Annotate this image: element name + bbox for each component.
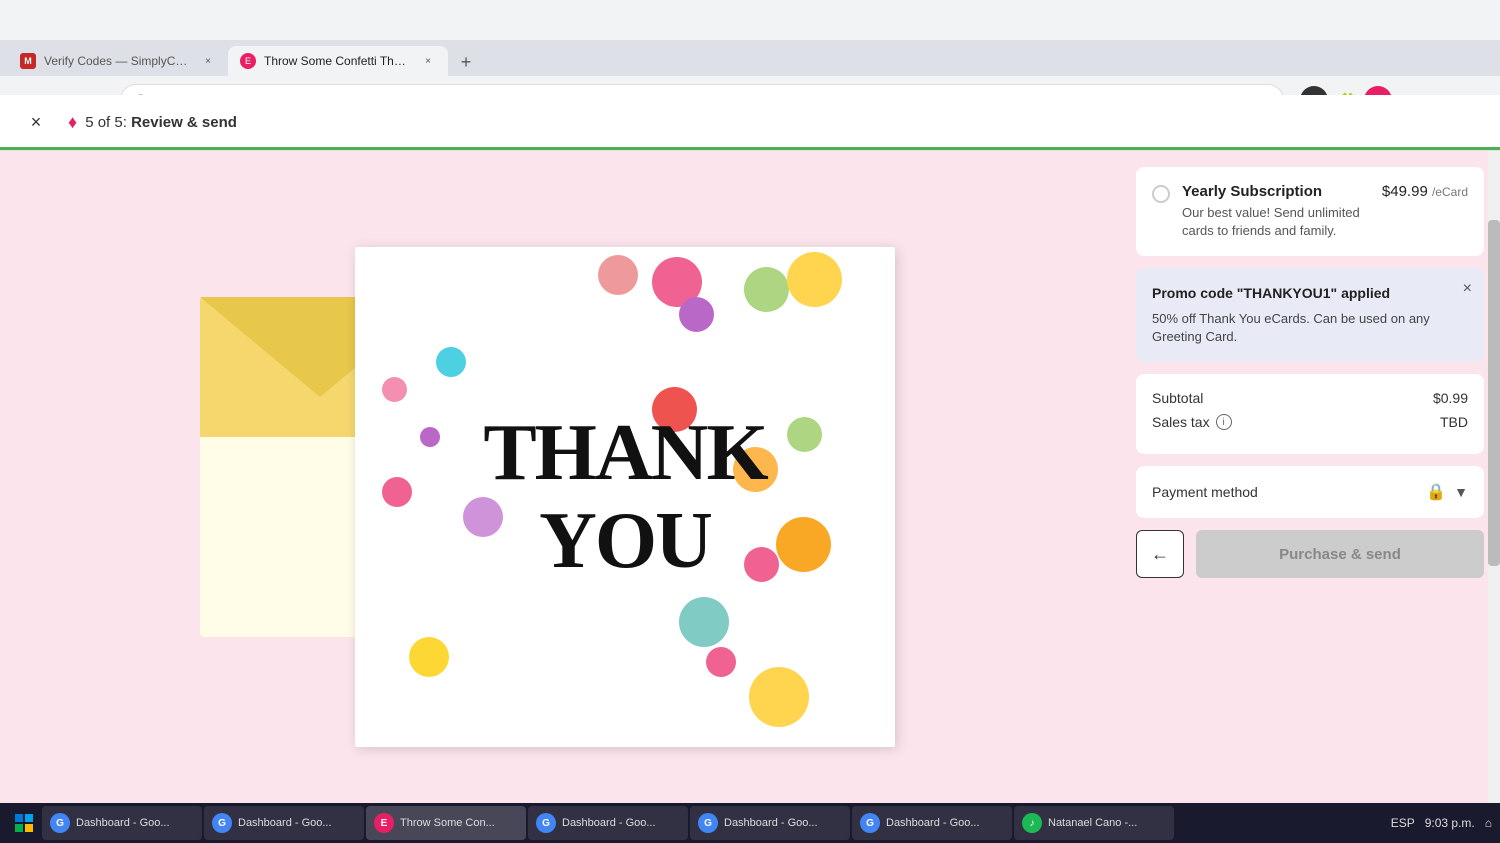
card-you-text: YOU [483,501,766,581]
app-close-button[interactable]: × [20,107,52,139]
card-text: THANK YOU [483,413,766,581]
start-button[interactable] [8,807,40,839]
subscription-price: $49.99 /eCard [1382,183,1468,200]
tab-favicon-1: M [20,53,36,69]
card-thank-text: THANK [483,413,766,493]
payment-chevron-icon: ▼ [1454,484,1468,500]
tax-info-icon[interactable]: i [1216,414,1232,430]
tab-close-1[interactable]: × [200,53,216,69]
subtotal-label: Subtotal [1152,390,1203,406]
step-text: 5 of 5: Review & send [85,114,237,131]
taskbar-item-6[interactable]: G Dashboard - Goo... [852,806,1012,840]
taskbar-item-5[interactable]: G Dashboard - Goo... [690,806,850,840]
scrollbar-thumb[interactable] [1488,220,1500,566]
progress-bar [0,147,1500,150]
taskbar-item-2[interactable]: G Dashboard - Goo... [204,806,364,840]
tax-value: TBD [1440,414,1468,430]
promo-description: 50% off Thank You eCards. Can be used on… [1152,310,1468,346]
sidebar: Yearly Subscription Our best value! Send… [1120,151,1500,843]
card-container: THANK YOU [200,237,920,757]
greeting-card: THANK YOU [355,247,895,747]
taskbar-time: 9:03 p.m. [1425,816,1475,830]
subscription-card: Yearly Subscription Our best value! Send… [1136,167,1484,256]
purchase-send-button[interactable]: Purchase & send [1196,530,1484,578]
taskbar-lang: ESP [1391,816,1415,830]
payment-method-card[interactable]: Payment method 🔒 ▼ [1136,466,1484,518]
taskbar-right: ESP 9:03 p.m. ⌂ [1391,816,1492,830]
taskbar-item-1[interactable]: G Dashboard - Goo... [42,806,202,840]
subscription-option: Yearly Subscription Our best value! Send… [1152,183,1468,240]
tab-bar: M Verify Codes — SimplyCodes × E Throw S… [0,40,1500,76]
tab-close-2[interactable]: × [420,53,436,69]
taskbar: G Dashboard - Goo... G Dashboard - Goo..… [0,803,1500,843]
subscription-info: Yearly Subscription Our best value! Send… [1182,183,1370,240]
scrollbar-track [1488,151,1500,843]
taskbar-item-7[interactable]: ♪ Natanael Cano -... [1014,806,1174,840]
taskbar-item-text-6: Dashboard - Goo... [886,817,980,829]
promo-code-card: Promo code "THANKYOU1" applied 50% off T… [1136,268,1484,362]
taskbar-item-text-7: Natanael Cano -... [1048,817,1137,829]
tab-verify-codes[interactable]: M Verify Codes — SimplyCodes × [8,46,228,76]
subscription-price-unit: /eCard [1432,185,1468,199]
app-header: × ♦ 5 of 5: Review & send [0,95,1500,151]
card-preview-area: THANK YOU [0,151,1120,843]
tab-favicon-2: E [240,53,256,69]
taskbar-item-text-5: Dashboard - Goo... [724,817,818,829]
main-content: THANK YOU Yearly Subscription Our best v… [0,151,1500,843]
system-tray: ⌂ [1485,816,1492,830]
new-tab-button[interactable]: + [452,48,480,76]
promo-close-button[interactable]: × [1463,280,1472,298]
tab-title-2: Throw Some Confetti Thank Yo... [264,54,412,68]
totals-card: Subtotal $0.99 Sales tax i TBD [1136,374,1484,454]
title-bar [0,0,1500,40]
subscription-title: Yearly Subscription [1182,183,1370,200]
taskbar-item-3[interactable]: E Throw Some Con... [366,806,526,840]
browser-chrome: M Verify Codes — SimplyCodes × E Throw S… [0,0,1500,95]
action-buttons: ← Purchase & send [1136,530,1484,578]
subtotal-value: $0.99 [1433,390,1468,406]
taskbar-item-text-3: Throw Some Con... [400,817,495,829]
subscription-radio[interactable] [1152,185,1170,203]
back-button[interactable]: ← [1136,530,1184,578]
step-indicator: ♦ 5 of 5: Review & send [68,112,237,133]
taskbar-item-text-2: Dashboard - Goo... [238,817,332,829]
subscription-description: Our best value! Send unlimited cards to … [1182,204,1370,240]
diamond-icon: ♦ [68,112,77,133]
taskbar-item-4[interactable]: G Dashboard - Goo... [528,806,688,840]
tax-row: Sales tax i TBD [1152,414,1468,430]
tab-title-1: Verify Codes — SimplyCodes [44,54,192,68]
taskbar-item-text-1: Dashboard - Goo... [76,817,170,829]
tax-label: Sales tax i [1152,414,1232,430]
payment-label: Payment method [1152,484,1258,500]
lock-icon: 🔒 [1426,482,1446,502]
subtotal-row: Subtotal $0.99 [1152,390,1468,406]
taskbar-item-text-4: Dashboard - Goo... [562,817,656,829]
promo-title: Promo code "THANKYOU1" applied [1152,284,1468,304]
tab-throw-confetti[interactable]: E Throw Some Confetti Thank Yo... × [228,46,448,76]
